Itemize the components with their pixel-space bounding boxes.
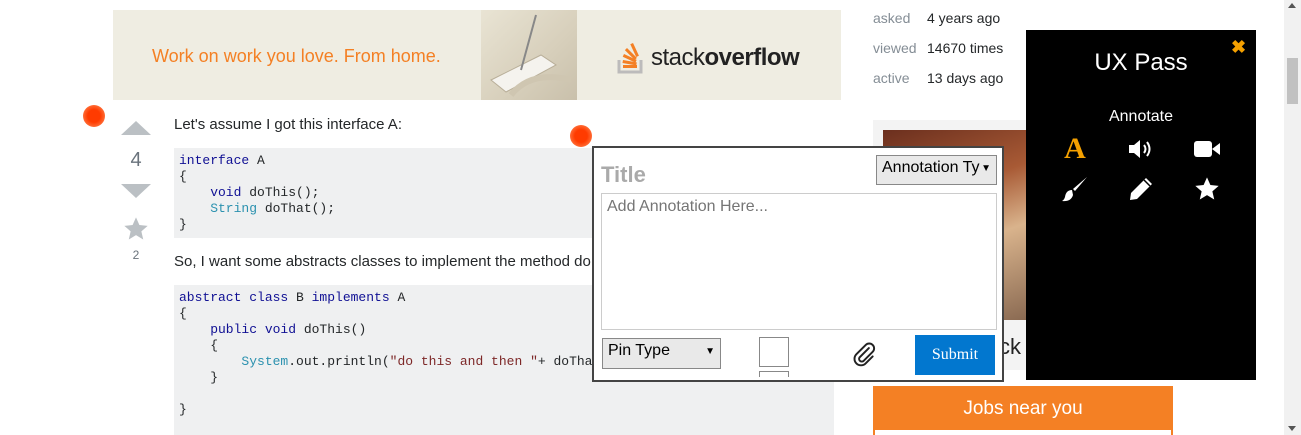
stat-label-viewed: viewed — [873, 40, 917, 56]
ux-pass-title: UX Pass — [1094, 49, 1188, 76]
scrollbar-thumb[interactable] — [1287, 58, 1298, 104]
jobs-near-you-header[interactable]: Jobs near you — [873, 386, 1173, 435]
color-swatch-secondary[interactable] — [759, 371, 789, 377]
dropdown-caret-icon: ▼ — [981, 163, 991, 174]
stat-value-viewed: 14670 times — [927, 40, 1004, 56]
stackoverflow-wordmark: stackoverflow — [651, 44, 800, 71]
question-text-middle: So, I want some abstracts classes to imp… — [174, 253, 591, 270]
video-icon[interactable] — [1192, 134, 1222, 164]
ux-pass-panel: ✖ UX Pass Annotate A — [1026, 30, 1256, 380]
annotation-pin[interactable] — [83, 105, 105, 127]
favorite-star-icon[interactable] — [122, 215, 150, 248]
jobs-list-top — [875, 430, 1171, 435]
page-scrollbar[interactable] — [1284, 0, 1301, 435]
stackoverflow-logo-icon — [617, 40, 647, 79]
scroll-down-arrow-icon[interactable] — [1288, 426, 1296, 431]
attachment-icon[interactable] — [851, 341, 877, 372]
annotation-title-input[interactable] — [601, 162, 861, 188]
stat-value-active: 13 days ago — [927, 70, 1004, 86]
audio-icon[interactable] — [1126, 134, 1156, 164]
annotation-text-area[interactable] — [601, 193, 997, 330]
annotation-pin[interactable] — [570, 125, 592, 147]
annotation-type-select[interactable]: Annotation Ty ▼ — [876, 155, 997, 185]
brush-icon[interactable] — [1060, 174, 1090, 204]
color-swatch[interactable] — [759, 337, 789, 367]
submit-button[interactable]: Submit — [915, 335, 995, 375]
downvote-button[interactable] — [121, 184, 151, 198]
annotation-form: Annotation Ty ▼ Pin Type ▼ Submit — [592, 146, 1004, 382]
banner-photo — [481, 10, 577, 100]
pin-type-select[interactable]: Pin Type ▼ — [602, 338, 721, 369]
scroll-up-arrow-icon[interactable] — [1288, 3, 1296, 8]
upvote-button[interactable] — [121, 121, 151, 135]
job-ad-banner[interactable]: Work on work you love. From home. stacko… — [113, 10, 841, 100]
banner-tagline: Work on work you love. From home. — [152, 46, 441, 66]
dropdown-caret-icon: ▼ — [705, 346, 715, 357]
star-icon[interactable] — [1192, 174, 1222, 204]
stat-value-asked: 4 years ago — [927, 10, 1001, 26]
jobs-near-you-title: Jobs near you — [963, 398, 1083, 419]
text-icon[interactable]: A — [1060, 132, 1090, 165]
stat-label-asked: asked — [873, 10, 911, 26]
vote-count: 4 — [130, 149, 142, 171]
pencil-icon[interactable] — [1126, 174, 1156, 204]
annotate-heading: Annotate — [1108, 108, 1174, 125]
stat-label-active: active — [873, 70, 910, 86]
favorite-count: 2 — [132, 248, 140, 262]
code-block-interface: interface A { void doThis(); String doTh… — [174, 148, 594, 238]
question-text-intro: Let's assume I got this interface A: — [174, 116, 402, 133]
